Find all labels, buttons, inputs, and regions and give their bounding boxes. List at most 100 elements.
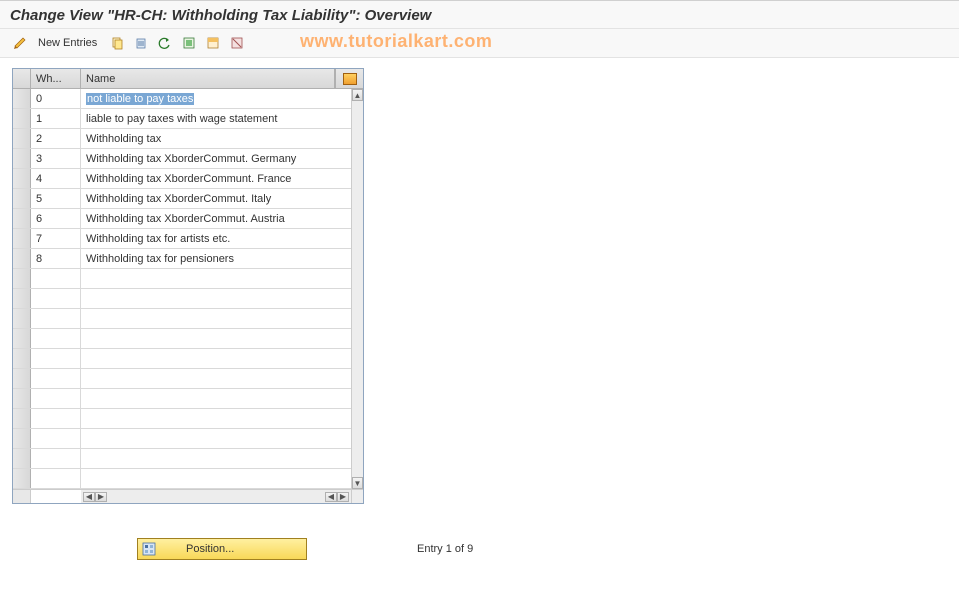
cell-wh[interactable] <box>31 389 81 408</box>
cell-name[interactable]: Withholding tax XborderCommut. Germany <box>81 149 353 168</box>
row-selector[interactable] <box>13 369 31 388</box>
column-header-wh[interactable]: Wh... <box>31 69 81 88</box>
scroll-left-button-2[interactable]: ▶ <box>95 492 107 502</box>
cell-name[interactable]: Withholding tax XborderCommunt. France <box>81 169 353 188</box>
cell-name[interactable]: Withholding tax <box>81 129 353 148</box>
row-selector[interactable] <box>13 189 31 208</box>
table-row[interactable] <box>13 289 353 309</box>
scroll-up-button[interactable]: ▲ <box>352 89 363 101</box>
table-row[interactable] <box>13 329 353 349</box>
cell-wh[interactable] <box>31 409 81 428</box>
table-row[interactable] <box>13 309 353 329</box>
row-selector[interactable] <box>13 129 31 148</box>
table-row[interactable] <box>13 409 353 429</box>
row-selector[interactable] <box>13 409 31 428</box>
scroll-down-button[interactable]: ▼ <box>352 477 363 489</box>
vertical-scrollbar[interactable]: ▲ ▼ <box>351 89 363 489</box>
scroll-right-button[interactable]: ▶ <box>337 492 349 502</box>
cell-name[interactable] <box>81 349 353 368</box>
cell-name[interactable] <box>81 469 353 488</box>
cell-wh[interactable]: 4 <box>31 169 81 188</box>
cell-wh[interactable] <box>31 269 81 288</box>
cell-name[interactable] <box>81 369 353 388</box>
horizontal-scrollbar[interactable]: ◀ ▶ ◀ ▶ <box>13 489 363 503</box>
row-selector[interactable] <box>13 249 31 268</box>
cell-wh[interactable] <box>31 469 81 488</box>
column-header-name[interactable]: Name <box>81 69 335 88</box>
select-block-icon[interactable] <box>203 33 223 53</box>
table-row[interactable]: 1liable to pay taxes with wage statement <box>13 109 353 129</box>
cell-wh[interactable] <box>31 349 81 368</box>
row-selector[interactable] <box>13 169 31 188</box>
cell-wh[interactable] <box>31 449 81 468</box>
cell-name[interactable] <box>81 269 353 288</box>
cell-name[interactable] <box>81 449 353 468</box>
cell-wh[interactable]: 1 <box>31 109 81 128</box>
cell-wh[interactable]: 0 <box>31 89 81 108</box>
cell-name[interactable]: liable to pay taxes with wage statement <box>81 109 353 128</box>
row-selector[interactable] <box>13 149 31 168</box>
row-selector[interactable] <box>13 269 31 288</box>
cell-wh[interactable]: 2 <box>31 129 81 148</box>
row-selector[interactable] <box>13 309 31 328</box>
cell-name[interactable]: Withholding tax XborderCommut. Austria <box>81 209 353 228</box>
select-all-icon[interactable] <box>179 33 199 53</box>
position-button[interactable]: Position... <box>137 538 307 560</box>
cell-wh[interactable]: 6 <box>31 209 81 228</box>
cell-name[interactable]: not liable to pay taxes <box>81 89 353 108</box>
cell-name[interactable] <box>81 329 353 348</box>
row-selector[interactable] <box>13 329 31 348</box>
cell-name[interactable]: Withholding tax XborderCommut. Italy <box>81 189 353 208</box>
table-row[interactable] <box>13 449 353 469</box>
row-selector[interactable] <box>13 349 31 368</box>
toggle-mode-icon[interactable] <box>10 33 30 53</box>
cell-wh[interactable] <box>31 309 81 328</box>
cell-name[interactable] <box>81 289 353 308</box>
table-row[interactable]: 7Withholding tax for artists etc. <box>13 229 353 249</box>
delete-icon[interactable] <box>131 33 151 53</box>
cell-wh[interactable] <box>31 289 81 308</box>
row-selector[interactable] <box>13 229 31 248</box>
cell-wh[interactable] <box>31 369 81 388</box>
table-row[interactable]: 4Withholding tax XborderCommunt. France <box>13 169 353 189</box>
table-row[interactable]: 8Withholding tax for pensioners <box>13 249 353 269</box>
scroll-left-button[interactable]: ◀ <box>83 492 95 502</box>
undo-icon[interactable] <box>155 33 175 53</box>
copy-as-icon[interactable] <box>107 33 127 53</box>
scroll-right-button-2[interactable]: ◀ <box>325 492 337 502</box>
cell-wh[interactable]: 3 <box>31 149 81 168</box>
table-row[interactable]: 2Withholding tax <box>13 129 353 149</box>
row-selector-header[interactable] <box>13 69 31 88</box>
cell-wh[interactable]: 5 <box>31 189 81 208</box>
table-row[interactable] <box>13 389 353 409</box>
new-entries-button[interactable]: New Entries <box>38 37 97 49</box>
deselect-all-icon[interactable] <box>227 33 247 53</box>
cell-wh[interactable] <box>31 329 81 348</box>
row-selector[interactable] <box>13 389 31 408</box>
cell-name[interactable] <box>81 429 353 448</box>
row-selector[interactable] <box>13 89 31 108</box>
cell-name[interactable] <box>81 409 353 428</box>
table-row[interactable] <box>13 349 353 369</box>
table-row[interactable]: 6Withholding tax XborderCommut. Austria <box>13 209 353 229</box>
row-selector[interactable] <box>13 449 31 468</box>
cell-wh[interactable]: 8 <box>31 249 81 268</box>
cell-wh[interactable] <box>31 429 81 448</box>
cell-name[interactable] <box>81 389 353 408</box>
cell-wh[interactable]: 7 <box>31 229 81 248</box>
table-row[interactable] <box>13 469 353 489</box>
table-row[interactable]: 0not liable to pay taxes <box>13 89 353 109</box>
row-selector[interactable] <box>13 209 31 228</box>
table-row[interactable] <box>13 369 353 389</box>
table-row[interactable]: 3Withholding tax XborderCommut. Germany <box>13 149 353 169</box>
row-selector[interactable] <box>13 289 31 308</box>
table-settings-button[interactable] <box>335 69 363 88</box>
row-selector[interactable] <box>13 429 31 448</box>
table-row[interactable]: 5Withholding tax XborderCommut. Italy <box>13 189 353 209</box>
row-selector[interactable] <box>13 109 31 128</box>
cell-name[interactable] <box>81 309 353 328</box>
table-row[interactable] <box>13 429 353 449</box>
table-row[interactable] <box>13 269 353 289</box>
row-selector[interactable] <box>13 469 31 488</box>
cell-name[interactable]: Withholding tax for artists etc. <box>81 229 353 248</box>
